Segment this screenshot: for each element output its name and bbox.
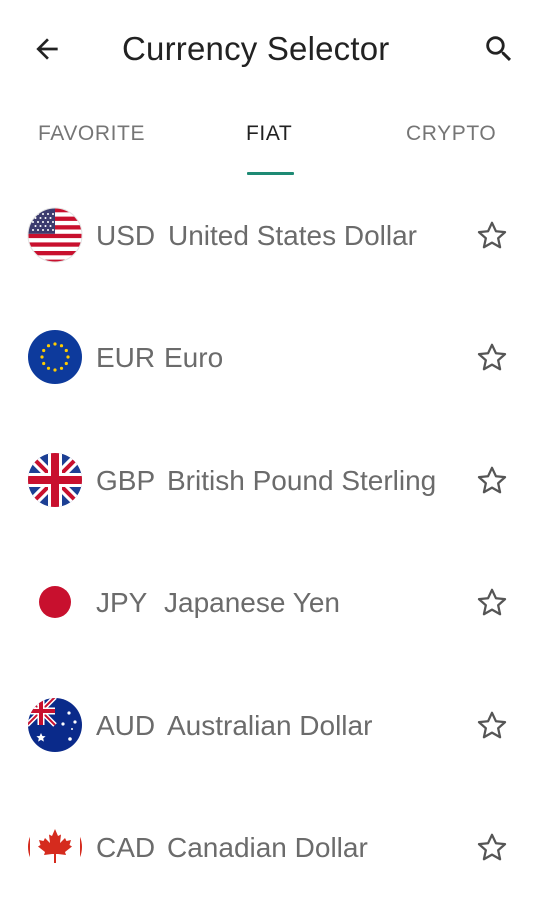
favorite-star-button[interactable] (470, 214, 514, 258)
star-outline-icon (477, 221, 507, 249)
tab-bar: FAVORITE FIAT CRYPTO (0, 100, 540, 178)
currency-code: GBP (96, 465, 156, 496)
currency-name: Euro (164, 342, 224, 373)
active-tab-indicator (247, 172, 294, 175)
currency-name: Canadian Dollar (167, 832, 368, 863)
star-outline-icon (477, 588, 507, 616)
currency-row-aud[interactable]: AUD Australian Dollar (0, 668, 540, 790)
tab-favorite[interactable]: FAVORITE (38, 122, 145, 146)
currency-code: JPY (96, 587, 148, 618)
star-outline-icon (477, 833, 507, 861)
au-flag-icon (28, 698, 82, 752)
currency-code: AUD (96, 710, 156, 741)
favorite-star-button[interactable] (470, 459, 514, 503)
uk-flag-icon (28, 453, 82, 507)
star-outline-icon (477, 343, 507, 371)
star-outline-icon (477, 466, 507, 494)
search-icon (486, 36, 512, 62)
favorite-star-button[interactable] (470, 826, 514, 870)
favorite-star-button[interactable] (470, 336, 514, 380)
tab-crypto[interactable]: CRYPTO (406, 122, 496, 146)
currency-code: EUR (96, 342, 156, 373)
favorite-star-button[interactable] (470, 704, 514, 748)
currency-code: CAD (96, 832, 156, 863)
currency-row-usd[interactable]: USD United States Dollar (0, 178, 540, 300)
eu-flag-icon (28, 330, 82, 384)
back-button[interactable] (20, 22, 74, 76)
jp-flag-icon (28, 575, 82, 629)
currency-name: United States Dollar (168, 220, 418, 251)
currency-row-gbp[interactable]: GBP British Pound Sterling (0, 423, 540, 545)
currency-code: USD (96, 220, 156, 251)
currency-name: Japanese Yen (164, 587, 340, 618)
us-flag-icon (27, 207, 83, 263)
page-title: Currency Selector (122, 30, 390, 67)
currency-name: Australian Dollar (167, 710, 373, 741)
star-outline-icon (477, 711, 507, 739)
currency-name: British Pound Sterling (167, 465, 437, 496)
currency-row-jpy[interactable]: JPY Japanese Yen (0, 545, 540, 667)
search-button[interactable] (472, 22, 526, 76)
tab-fiat[interactable]: FIAT (246, 122, 292, 146)
ca-flag-icon (28, 820, 82, 874)
arrow-left-icon (36, 38, 58, 60)
currency-row-cad[interactable]: CAD Canadian Dollar (0, 790, 540, 912)
app-bar: Currency Selector (0, 0, 540, 100)
currency-row-eur[interactable]: EUR Euro (0, 300, 540, 422)
favorite-star-button[interactable] (470, 581, 514, 625)
